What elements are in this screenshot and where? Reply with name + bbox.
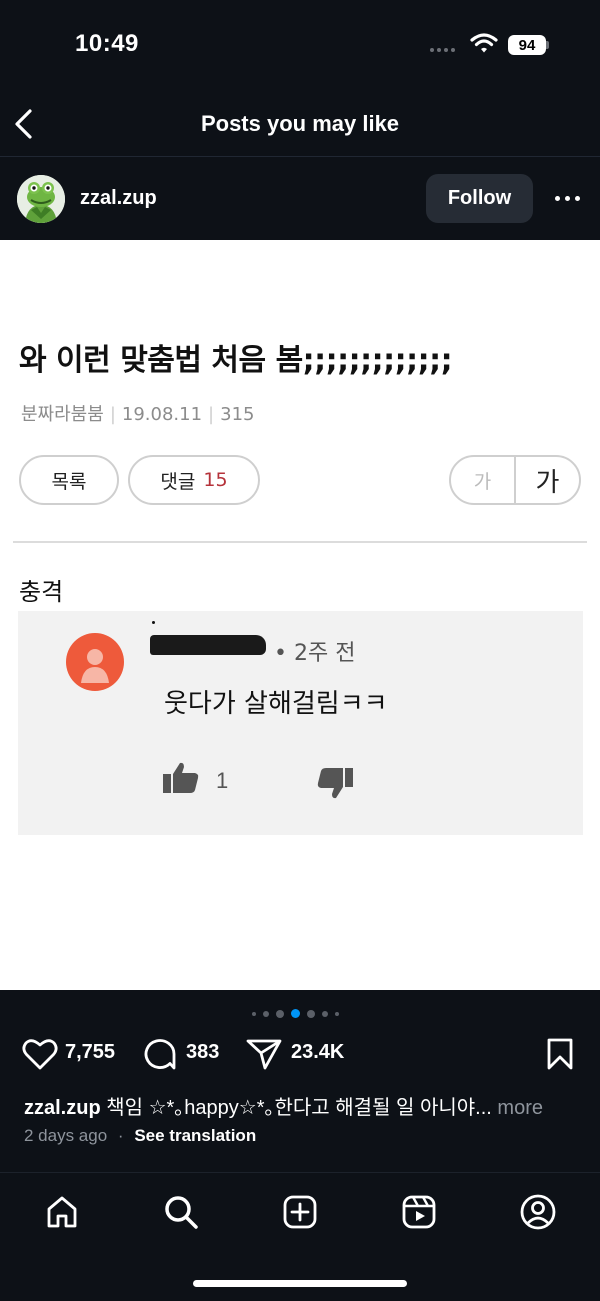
posted-time: 2 days ago bbox=[24, 1126, 108, 1145]
tab-reels[interactable] bbox=[397, 1190, 441, 1234]
avatar[interactable] bbox=[17, 175, 65, 223]
comment-text: 웃다가 살해걸림ㅋㅋ bbox=[164, 689, 388, 719]
font-small-label: 가 bbox=[451, 457, 516, 503]
cellular-signal-icon bbox=[430, 48, 455, 52]
post-username[interactable]: zzal.zup bbox=[80, 187, 157, 210]
post-caption[interactable]: zzal.zup 책임 ☆*｡happy☆*｡한다고 해결될 일 아니야... … bbox=[24, 1091, 584, 1120]
page-title: Posts you may like bbox=[200, 111, 400, 136]
caption-username[interactable]: zzal.zup bbox=[24, 1097, 101, 1119]
thumbs-up-icon bbox=[163, 762, 199, 793]
caption-more-link[interactable]: more bbox=[497, 1097, 543, 1119]
image-post-meta: 분짜라붐붐 | 19.08.11 | 315 bbox=[21, 404, 255, 425]
tabbar-divider bbox=[0, 1172, 600, 1173]
carousel-dot bbox=[263, 1010, 269, 1017]
status-time: 10:49 bbox=[75, 30, 139, 57]
home-indicator bbox=[193, 1280, 407, 1287]
carousel-indicator bbox=[252, 1009, 339, 1018]
like-count[interactable]: 7,755 bbox=[65, 1041, 115, 1064]
font-big-label: 가 bbox=[535, 467, 560, 498]
create-icon bbox=[283, 1195, 317, 1229]
heart-icon[interactable] bbox=[22, 1038, 58, 1070]
image-post-title: 와 이런 맞춤법 처음 봄;;;;;;;;;;;;; bbox=[19, 343, 453, 378]
carousel-dot-active bbox=[291, 1009, 300, 1018]
battery-indicator: 94 bbox=[508, 35, 546, 55]
header-divider bbox=[0, 156, 600, 157]
image-author: 분짜라붐붐 bbox=[21, 404, 104, 425]
comment-avatar bbox=[66, 633, 124, 691]
comment-icon[interactable] bbox=[143, 1038, 177, 1070]
tab-profile[interactable] bbox=[516, 1190, 560, 1234]
follow-button[interactable]: Follow bbox=[426, 174, 533, 223]
post-image[interactable]: 와 이런 맞춤법 처음 봄;;;;;;;;;;;;; 분짜라붐붐 | 19.08.1… bbox=[0, 240, 600, 990]
profile-icon bbox=[520, 1194, 556, 1230]
meta-separator: · bbox=[117, 1126, 124, 1145]
battery-tip bbox=[546, 41, 549, 49]
more-icon[interactable] bbox=[555, 196, 580, 201]
tab-home[interactable] bbox=[40, 1190, 84, 1234]
image-font-size-toggle: 가가 bbox=[449, 455, 581, 505]
post-meta: 2 days ago · See translation bbox=[24, 1126, 256, 1146]
search-icon bbox=[165, 1196, 198, 1229]
carousel-dot bbox=[276, 1009, 284, 1018]
image-comments-label: 댓글 bbox=[160, 470, 196, 493]
tab-search[interactable] bbox=[159, 1190, 203, 1234]
comment-time: • 2주 전 bbox=[274, 641, 356, 666]
see-translation-link[interactable]: See translation bbox=[134, 1126, 256, 1145]
bookmark-icon[interactable] bbox=[546, 1038, 574, 1070]
image-list-button: 목록 bbox=[19, 455, 119, 505]
reels-icon bbox=[402, 1195, 436, 1229]
image-comment-card: • 2주 전 웃다가 살해걸림ㅋㅋ 1 bbox=[18, 611, 583, 835]
frog-avatar-image bbox=[17, 175, 65, 223]
image-section-label: 충격 bbox=[19, 578, 64, 606]
carousel-dot bbox=[307, 1009, 315, 1018]
image-comments-count: 15 bbox=[203, 469, 228, 491]
redacted-username bbox=[150, 635, 266, 655]
carousel-dot bbox=[252, 1011, 256, 1016]
home-icon bbox=[47, 1196, 77, 1228]
image-views: 315 bbox=[220, 404, 255, 425]
comment-count[interactable]: 383 bbox=[186, 1041, 219, 1064]
share-icon[interactable] bbox=[246, 1038, 282, 1070]
image-comments-button: 댓글 15 bbox=[128, 455, 260, 505]
share-count[interactable]: 23.4K bbox=[291, 1041, 344, 1064]
carousel-dot bbox=[322, 1010, 328, 1017]
caption-text: 책임 ☆*｡happy☆*｡한다고 해결될 일 아니야... bbox=[106, 1097, 492, 1119]
comment-like-count: 1 bbox=[216, 768, 229, 793]
redaction-speck bbox=[152, 621, 155, 624]
wifi-icon bbox=[470, 33, 498, 53]
tab-create[interactable] bbox=[278, 1190, 322, 1234]
thumbs-down-icon bbox=[317, 768, 353, 799]
image-divider bbox=[13, 541, 587, 543]
carousel-dot bbox=[335, 1011, 339, 1016]
image-date: 19.08.11 bbox=[121, 404, 203, 425]
